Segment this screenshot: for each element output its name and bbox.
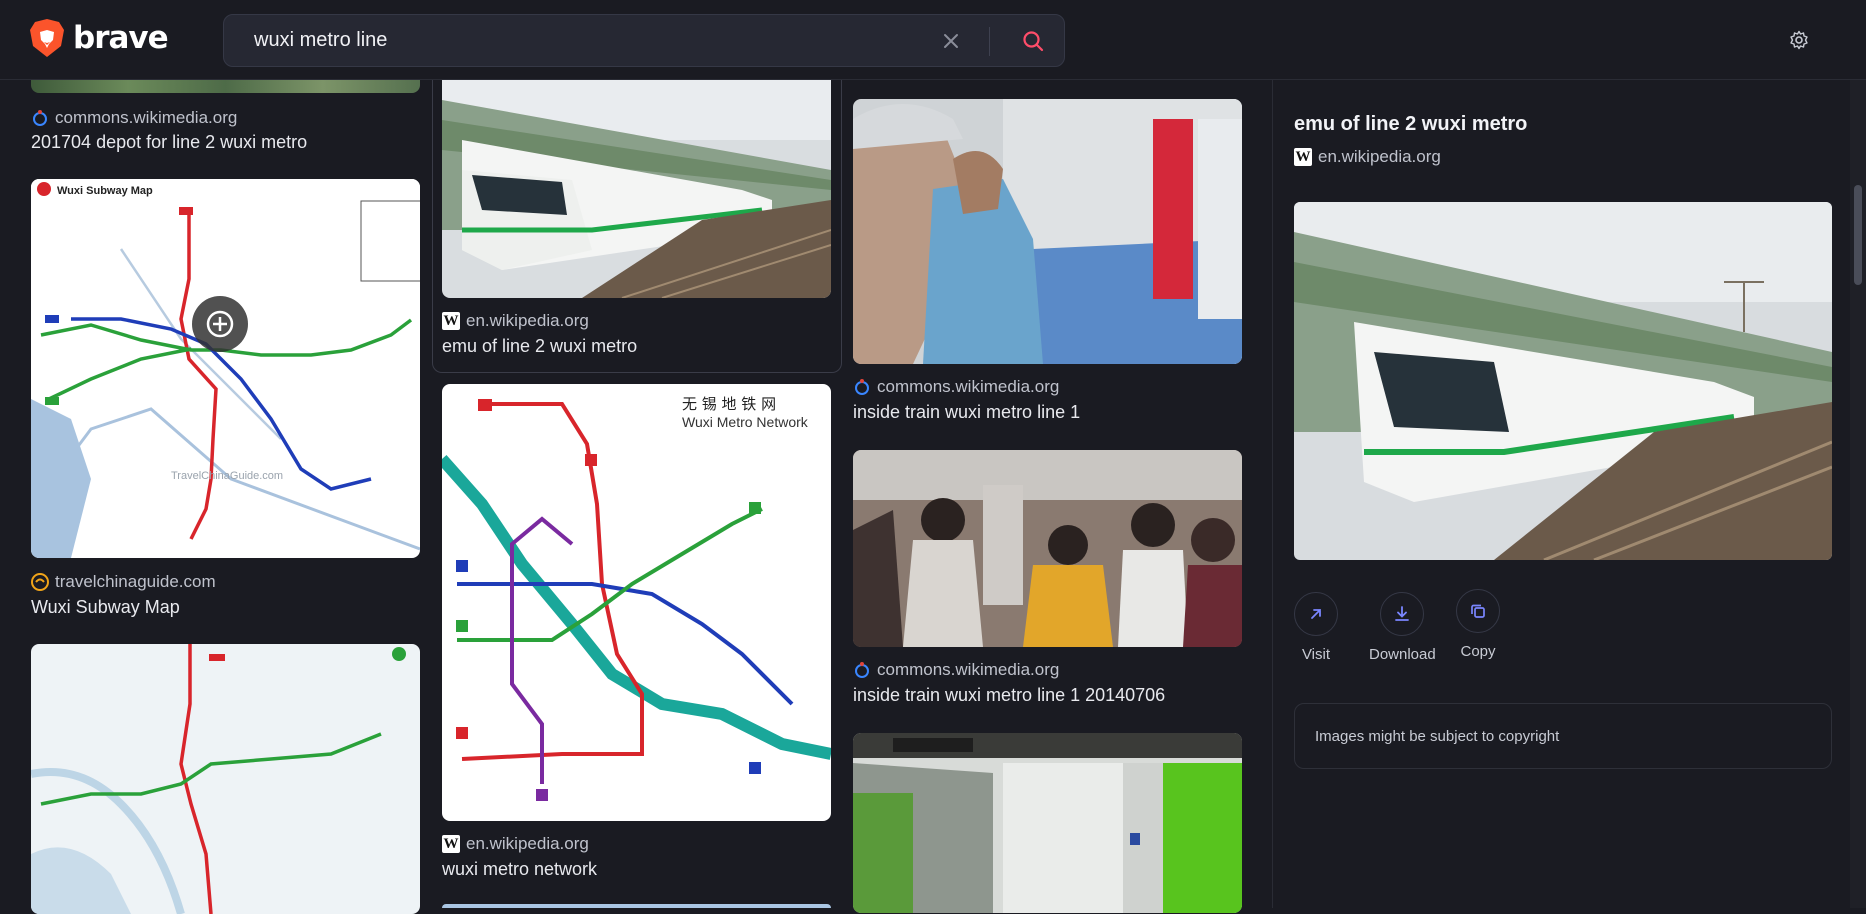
- result-source-text: commons.wikimedia.org: [877, 660, 1060, 679]
- top-bar: brave: [0, 0, 1866, 80]
- brave-logo[interactable]: brave: [29, 18, 169, 58]
- result-card-inside-train-20140706[interactable]: commons.wikimedia.org inside train wuxi …: [853, 450, 1242, 710]
- settings-button[interactable]: [1785, 26, 1813, 54]
- result-source-text: commons.wikimedia.org: [55, 108, 238, 127]
- panel-title: emu of line 2 wuxi metro: [1294, 113, 1528, 135]
- wikipedia-icon: W: [1294, 148, 1312, 166]
- metro-network-map: 无 锡 地 铁 网 Wuxi Metro Network: [442, 395, 831, 801]
- result-source-text: en.wikipedia.org: [466, 834, 589, 853]
- search-input[interactable]: [254, 15, 934, 66]
- search-submit-button[interactable]: [1018, 26, 1048, 56]
- result-source-text: en.wikipedia.org: [466, 311, 589, 330]
- copyright-notice: Images might be subject to copyright: [1294, 703, 1832, 769]
- result-source[interactable]: commons.wikimedia.org: [853, 377, 1059, 397]
- train-interior-photo: [853, 99, 1242, 364]
- result-image[interactable]: [853, 450, 1242, 647]
- result-title[interactable]: emu of line 2 wuxi metro: [442, 336, 637, 357]
- download-icon: [1395, 606, 1410, 621]
- result-image[interactable]: [853, 733, 1242, 913]
- result-source[interactable]: commons.wikimedia.org: [853, 660, 1059, 680]
- search-icon: [1023, 31, 1044, 52]
- visit-button[interactable]: Visit: [1294, 592, 1338, 663]
- download-icon-circle: [1380, 592, 1425, 636]
- result-title[interactable]: inside train wuxi metro line 1: [853, 402, 1080, 423]
- scrollbar-thumb[interactable]: [1854, 185, 1862, 285]
- copy-icon: [1471, 604, 1485, 618]
- result-card-subway-map[interactable]: Wuxi Subway Map TravelChinaGuide.com tra…: [31, 179, 420, 619]
- image-detail-panel: emu of line 2 wuxi metro W en.wikipedia.…: [1272, 80, 1866, 908]
- wikimedia-icon: [853, 378, 871, 396]
- panel-source-text: en.wikipedia.org: [1318, 147, 1441, 166]
- svg-text:无 锡 地 铁 网: 无 锡 地 铁 网: [682, 395, 776, 413]
- gear-icon: [1790, 30, 1808, 50]
- panel-train-photo: [1294, 202, 1832, 560]
- result-image[interactable]: [853, 99, 1242, 364]
- wikipedia-icon: W: [442, 835, 460, 853]
- result-card-green-train[interactable]: [853, 733, 1242, 913]
- search-bar: [223, 14, 1065, 67]
- search-divider: [989, 27, 990, 56]
- svg-text:Wuxi Metro Network: Wuxi Metro Network: [682, 414, 809, 430]
- download-label: Download: [1369, 646, 1436, 663]
- visit-label: Visit: [1301, 646, 1331, 663]
- result-source-text: travelchinaguide.com: [55, 572, 216, 591]
- crowded-train-photo: [853, 450, 1242, 647]
- brave-lion-icon: [30, 19, 64, 57]
- green-train-interior-photo: [853, 733, 1242, 913]
- travelchinaguide-icon: [31, 573, 49, 591]
- logo-text: brave: [73, 20, 169, 56]
- result-title[interactable]: 201704 depot for line 2 wuxi metro: [31, 132, 307, 153]
- result-card-map-2[interactable]: [31, 644, 420, 914]
- copy-label: Copy: [1460, 643, 1496, 660]
- result-source[interactable]: travelchinaguide.com: [31, 572, 216, 592]
- subway-map-graphic: Wuxi Subway Map TravelChinaGuide.com: [31, 179, 420, 558]
- panel-preview-image[interactable]: [1294, 202, 1832, 560]
- result-image[interactable]: [442, 80, 831, 298]
- copy-icon-circle: [1456, 589, 1500, 633]
- copy-button[interactable]: Copy: [1456, 589, 1500, 660]
- result-image[interactable]: [31, 644, 420, 914]
- wikimedia-icon: [853, 661, 871, 679]
- result-source[interactable]: W en.wikipedia.org: [442, 311, 589, 331]
- result-image[interactable]: Wuxi Subway Map TravelChinaGuide.com: [31, 179, 420, 558]
- result-source[interactable]: W en.wikipedia.org: [442, 834, 589, 854]
- result-card-metro-network[interactable]: 无 锡 地 铁 网 Wuxi Metro Network W en.wikipe…: [442, 384, 831, 884]
- result-card-inside-train[interactable]: commons.wikimedia.org inside train wuxi …: [853, 99, 1242, 429]
- wikimedia-icon: [31, 109, 49, 127]
- arrow-up-right-icon: [1311, 609, 1321, 619]
- svg-text:Wuxi Subway Map: Wuxi Subway Map: [57, 185, 153, 197]
- visit-icon-circle: [1294, 592, 1338, 636]
- wikipedia-icon: W: [442, 312, 460, 330]
- clear-search-button[interactable]: [938, 28, 964, 54]
- download-button[interactable]: Download: [1369, 592, 1436, 663]
- close-icon: [944, 34, 958, 48]
- train-photo: [442, 80, 831, 298]
- page-scrollbar[interactable]: [1850, 80, 1866, 908]
- result-image[interactable]: 无 锡 地 铁 网 Wuxi Metro Network: [442, 384, 831, 821]
- panel-source[interactable]: W en.wikipedia.org: [1294, 147, 1441, 167]
- svg-text:TravelChinaGuide.com: TravelChinaGuide.com: [171, 470, 283, 482]
- result-title[interactable]: inside train wuxi metro line 1 20140706: [853, 685, 1165, 706]
- result-card-emu-line-2[interactable]: W en.wikipedia.org emu of line 2 wuxi me…: [432, 80, 842, 373]
- result-source[interactable]: commons.wikimedia.org: [31, 108, 237, 128]
- result-title[interactable]: wuxi metro network: [442, 859, 597, 880]
- result-source-text: commons.wikimedia.org: [877, 377, 1060, 396]
- result-card-depot[interactable]: commons.wikimedia.org 201704 depot for l…: [31, 70, 420, 160]
- map-graphic: [31, 644, 406, 914]
- result-title[interactable]: Wuxi Subway Map: [31, 597, 180, 618]
- result-card-next-edge: [442, 904, 831, 908]
